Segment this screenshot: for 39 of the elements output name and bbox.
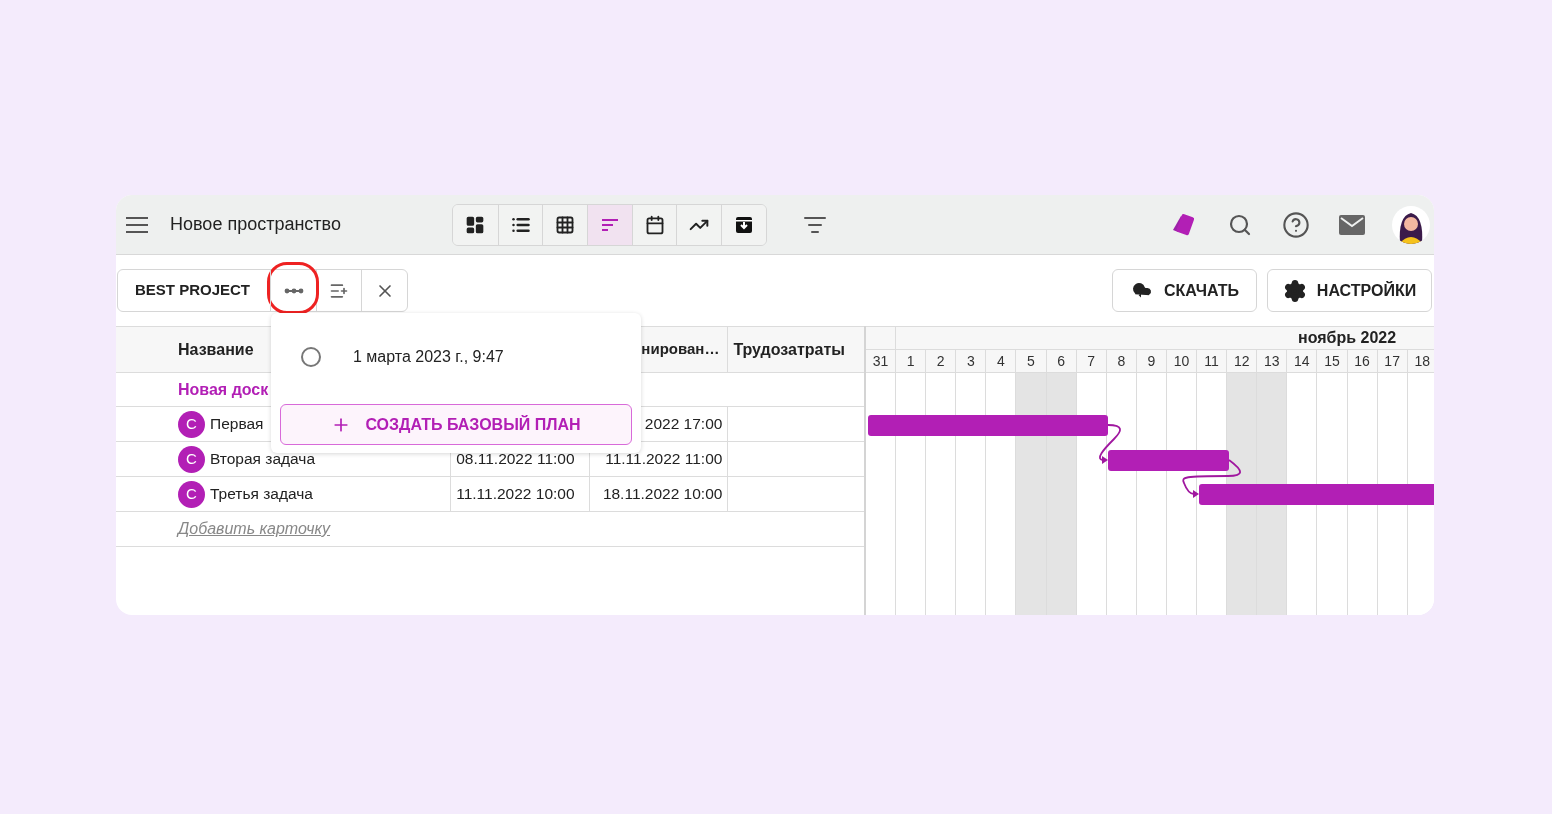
- day-header: 15: [1317, 350, 1348, 372]
- day-header: 31: [866, 350, 897, 372]
- download-button[interactable]: СКАЧАТЬ: [1112, 269, 1257, 312]
- day-header: 17: [1377, 350, 1408, 372]
- month-label: ноябрь 2022: [1297, 328, 1397, 348]
- day-header: 4: [986, 350, 1017, 372]
- column-header: Название: [178, 339, 254, 360]
- create-baseline-button[interactable]: СОЗДАТЬ БАЗОВЫЙ ПЛАН: [280, 404, 632, 445]
- group-title[interactable]: Новая доск: [178, 377, 269, 402]
- day-header: 6: [1046, 350, 1077, 372]
- add-card-link[interactable]: Добавить карточку: [178, 517, 330, 541]
- day-header: 2: [926, 350, 957, 372]
- day-header: 3: [956, 350, 987, 372]
- day-header: 13: [1257, 350, 1288, 372]
- baseline-option[interactable]: 1 марта 2023 г., 9:47: [280, 313, 632, 401]
- day-header: 9: [1136, 350, 1167, 372]
- column-header: Трудозатраты: [733, 339, 845, 360]
- column-header: нирован…: [641, 339, 720, 360]
- task-name[interactable]: Вторая задача: [210, 447, 316, 471]
- assignee-avatar: С: [178, 445, 205, 473]
- day-header: 10: [1166, 350, 1198, 372]
- settings-button[interactable]: НАСТРОЙКИ: [1267, 269, 1432, 312]
- assignee-avatar: С: [178, 480, 205, 508]
- day-header: 5: [1016, 350, 1047, 372]
- day-header: 11: [1197, 350, 1228, 372]
- day-header: 18: [1407, 350, 1434, 372]
- workspace-title: Новое пространство: [170, 213, 341, 236]
- day-header: 7: [1076, 350, 1107, 372]
- day-header: 14: [1287, 350, 1318, 372]
- day-header: 16: [1347, 350, 1378, 372]
- option-label: 1 марта 2023 г., 9:47: [353, 347, 504, 367]
- table-cell: 11.11.2022 10:00: [450, 477, 589, 511]
- day-header: 8: [1106, 350, 1137, 372]
- day-header: 1: [896, 350, 927, 372]
- day-header: 12: [1227, 350, 1258, 372]
- table-cell: 18.11.2022 10:00: [588, 477, 728, 511]
- assignee-avatar: С: [178, 410, 205, 438]
- task-name[interactable]: Третья задача: [210, 482, 313, 506]
- task-name[interactable]: Первая: [210, 412, 264, 436]
